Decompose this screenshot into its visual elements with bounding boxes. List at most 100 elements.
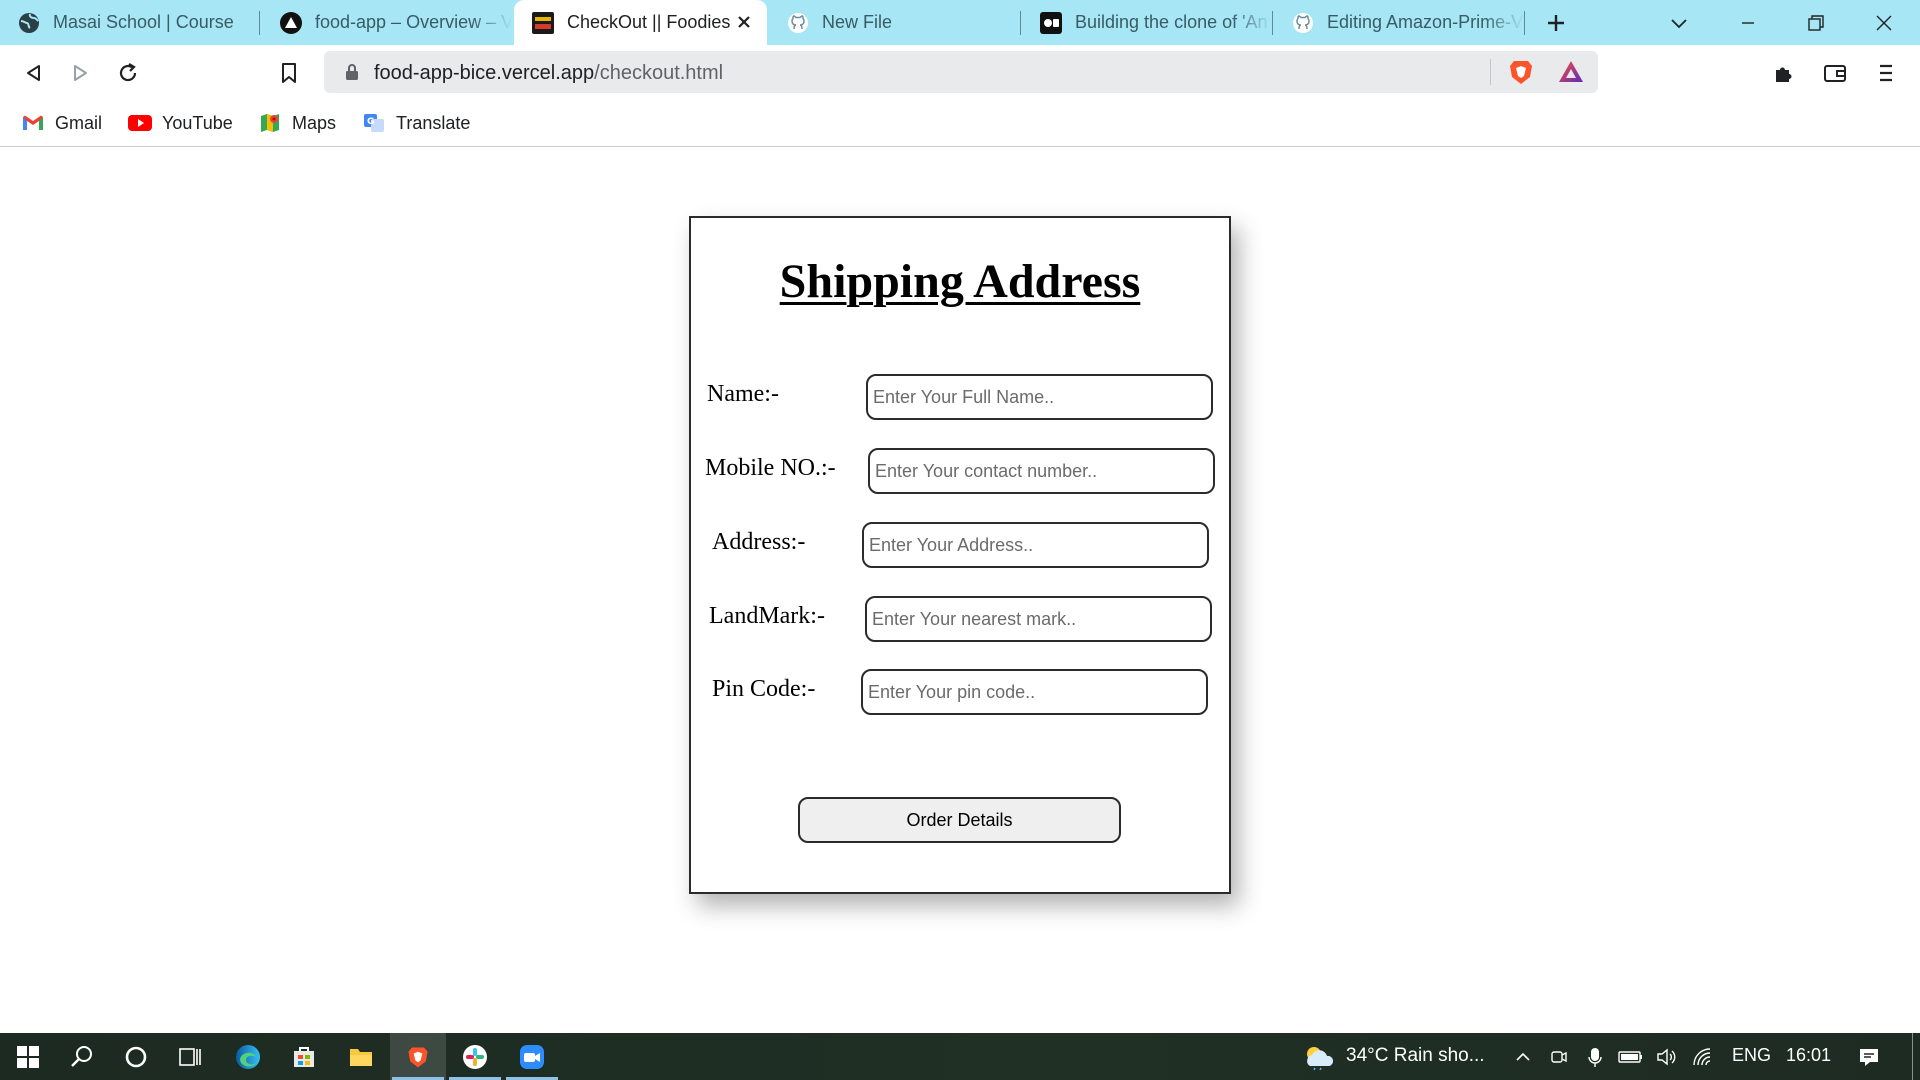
bookmark-label: YouTube bbox=[162, 112, 233, 133]
minimize-button[interactable] bbox=[1714, 0, 1782, 45]
pincode-row: Pin Code:- bbox=[691, 669, 1229, 715]
cortana-icon bbox=[125, 1046, 147, 1067]
address-label: Address:- bbox=[712, 529, 806, 555]
chevron-up-icon[interactable] bbox=[1510, 1044, 1536, 1070]
url-text[interactable]: food-app-bice.vercel.app/checkout.html bbox=[374, 62, 723, 85]
task-view-button[interactable] bbox=[162, 1033, 218, 1080]
video-icon bbox=[1040, 11, 1062, 34]
svg-text:G: G bbox=[367, 117, 374, 127]
clock[interactable]: 16:01 bbox=[1786, 1045, 1831, 1066]
windows-logo-icon bbox=[17, 1045, 39, 1068]
wallet-button[interactable] bbox=[1817, 55, 1853, 91]
tab-separator bbox=[259, 11, 260, 35]
back-button[interactable] bbox=[16, 55, 52, 91]
close-tab-icon[interactable] bbox=[731, 9, 757, 35]
brave-shields-icon[interactable] bbox=[1506, 57, 1536, 87]
start-button[interactable] bbox=[0, 1033, 56, 1080]
reload-button[interactable] bbox=[110, 55, 146, 91]
address-bar[interactable]: food-app-bice.vercel.app/checkout.html bbox=[324, 51, 1598, 93]
name-label: Name:- bbox=[707, 381, 779, 407]
pincode-label: Pin Code:- bbox=[712, 676, 816, 702]
microphone-icon[interactable] bbox=[1582, 1044, 1608, 1070]
tab-separator bbox=[1020, 11, 1021, 35]
bookmark-maps[interactable]: Maps bbox=[258, 109, 336, 137]
minimize-icon bbox=[1742, 21, 1754, 24]
file-explorer-button[interactable] bbox=[333, 1033, 389, 1080]
folder-icon bbox=[350, 1048, 372, 1066]
brave-rewards-icon[interactable] bbox=[1556, 57, 1586, 87]
lock-icon bbox=[346, 64, 358, 80]
hamburger-menu-icon bbox=[1880, 64, 1892, 82]
github-icon bbox=[787, 12, 809, 34]
close-window-button[interactable] bbox=[1850, 0, 1918, 45]
address-input[interactable] bbox=[862, 522, 1209, 568]
wallet-icon bbox=[1824, 65, 1846, 82]
battery-icon[interactable] bbox=[1618, 1044, 1644, 1070]
page-viewport: Shipping Address Name:- Mobile NO.:- Add… bbox=[0, 148, 1920, 1033]
browser-toolbar: food-app-bice.vercel.app/checkout.html bbox=[0, 45, 1920, 100]
translate-icon: G bbox=[362, 111, 386, 135]
restore-button[interactable] bbox=[1782, 0, 1850, 45]
tab-title: New File bbox=[822, 12, 893, 32]
vercel-icon bbox=[280, 11, 302, 34]
reload-icon bbox=[119, 63, 137, 82]
landmark-input[interactable] bbox=[865, 596, 1212, 642]
page-title: Shipping Address bbox=[779, 255, 1141, 308]
camera-icon[interactable] bbox=[1546, 1044, 1572, 1070]
bookmark-page-button[interactable] bbox=[271, 55, 307, 91]
puzzle-icon bbox=[1776, 67, 1792, 82]
brave-taskbar-button[interactable] bbox=[390, 1033, 446, 1080]
url-domain: food-app-bice.vercel.app bbox=[374, 62, 595, 84]
order-details-button[interactable]: Order Details bbox=[798, 797, 1121, 843]
zoom-button[interactable] bbox=[504, 1033, 560, 1080]
pincode-input[interactable] bbox=[861, 669, 1208, 715]
url-path: /checkout.html bbox=[594, 62, 724, 84]
mobile-label: Mobile NO.:- bbox=[705, 455, 836, 481]
search-button[interactable] bbox=[54, 1033, 110, 1080]
close-icon bbox=[1876, 15, 1892, 30]
tab-food-app-overview[interactable]: food-app – Overview – V bbox=[262, 0, 512, 45]
wifi-icon[interactable] bbox=[1690, 1044, 1716, 1070]
menu-button[interactable] bbox=[1868, 55, 1904, 91]
store-icon bbox=[294, 1046, 314, 1067]
tab-checkout-foodies[interactable]: CheckOut || Foodies bbox=[514, 0, 767, 45]
bookmark-translate[interactable]: G Translate bbox=[362, 109, 470, 137]
new-tab-button[interactable] bbox=[1539, 6, 1573, 40]
store-button[interactable] bbox=[276, 1033, 332, 1080]
youtube-icon bbox=[128, 111, 152, 135]
extensions-button[interactable] bbox=[1766, 55, 1802, 91]
mobile-row: Mobile NO.:- bbox=[691, 448, 1229, 494]
edge-button[interactable] bbox=[220, 1033, 276, 1080]
bookmark-gmail[interactable]: Gmail bbox=[21, 109, 102, 137]
forward-arrow-icon bbox=[74, 65, 87, 81]
tab-separator bbox=[1524, 11, 1525, 35]
globe-icon bbox=[18, 12, 40, 34]
forward-button[interactable] bbox=[62, 55, 98, 91]
brave-icon bbox=[408, 1046, 428, 1067]
tab-title: CheckOut || Foodies bbox=[567, 12, 731, 32]
maps-icon bbox=[258, 111, 282, 135]
github-icon bbox=[1292, 12, 1314, 34]
tab-building-clone[interactable]: Building the clone of 'An bbox=[1022, 0, 1272, 45]
tab-new-file[interactable]: New File bbox=[769, 0, 1019, 45]
weather-icon[interactable] bbox=[1302, 1044, 1336, 1070]
language-indicator[interactable]: ENG bbox=[1732, 1045, 1771, 1066]
weather-text[interactable]: 34°C Rain sho... bbox=[1346, 1045, 1485, 1067]
show-desktop-divider[interactable] bbox=[1912, 1033, 1913, 1080]
foodies-icon bbox=[532, 11, 554, 34]
bookmark-youtube[interactable]: YouTube bbox=[128, 109, 233, 137]
bookmark-icon bbox=[282, 63, 296, 83]
tab-separator bbox=[1272, 11, 1273, 35]
tab-title: Masai School | Course bbox=[53, 12, 234, 32]
tab-search-button[interactable] bbox=[1662, 6, 1696, 40]
tab-editing-amazon-prime[interactable]: Editing Amazon-Prime-V bbox=[1274, 0, 1524, 45]
volume-icon[interactable] bbox=[1654, 1044, 1680, 1070]
cortana-button[interactable] bbox=[108, 1033, 164, 1080]
tab-masai-school[interactable]: Masai School | Course bbox=[0, 0, 256, 45]
name-row: Name:- bbox=[691, 374, 1229, 420]
mobile-input[interactable] bbox=[868, 448, 1215, 494]
slack-icon bbox=[463, 1044, 487, 1069]
name-input[interactable] bbox=[866, 374, 1213, 420]
notifications-icon[interactable] bbox=[1856, 1044, 1882, 1070]
slack-button[interactable] bbox=[447, 1033, 503, 1080]
